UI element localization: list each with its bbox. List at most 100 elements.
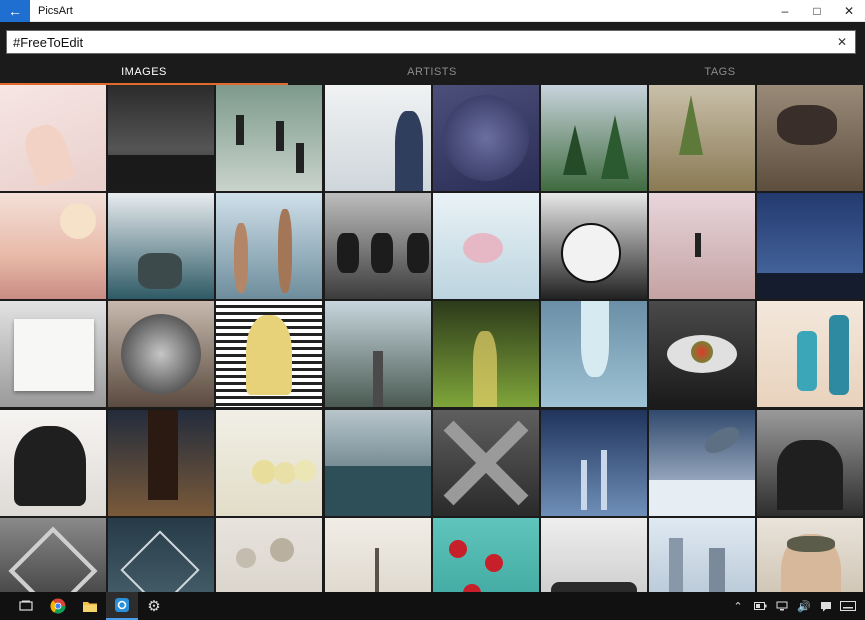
image-tile[interactable] [649,193,755,299]
tile-graphic [14,319,94,391]
image-tile[interactable] [325,410,431,516]
image-tile[interactable] [325,518,431,592]
keyboard-icon[interactable] [837,592,859,620]
image-tile[interactable] [325,85,431,191]
tile-graphic [463,584,481,592]
tile-graphic [709,548,725,592]
image-tile[interactable] [541,410,647,516]
tab-images[interactable]: IMAGES [0,58,288,85]
network-icon[interactable] [771,592,793,620]
image-tile[interactable] [325,301,431,407]
volume-icon[interactable]: 🔊 [793,592,815,620]
tile-graphic [473,331,497,407]
image-tile[interactable] [0,85,106,191]
image-tile[interactable] [433,85,539,191]
tile-graphic [325,466,431,516]
image-tile[interactable] [649,518,755,592]
tile-graphic [463,233,503,263]
close-icon[interactable]: ✕ [833,0,865,22]
tile-graphic [679,95,703,155]
image-tile[interactable] [433,301,539,407]
tile-graphic [373,351,383,407]
tile-graphic [829,315,849,395]
image-tile[interactable] [216,85,322,191]
image-tile[interactable] [0,193,106,299]
tile-graphic [407,233,429,273]
image-tile[interactable] [541,301,647,407]
image-tile[interactable] [216,301,322,407]
image-tile[interactable] [649,410,755,516]
search-query[interactable]: #FreeToEdit [13,35,835,50]
image-tile[interactable] [216,518,322,592]
tile-graphic [148,410,178,500]
tile-graphic [8,526,98,592]
chevron-up-icon[interactable]: ⌃ [727,592,749,620]
tile-graphic [695,233,701,257]
settings-icon[interactable]: ⚙ [138,592,170,620]
image-tile[interactable] [433,410,539,516]
search-input[interactable]: #FreeToEdit ✕ [6,30,856,54]
image-tile[interactable] [0,410,106,516]
image-tile[interactable] [541,518,647,592]
tile-graphic [246,315,292,395]
file-explorer-icon[interactable] [74,592,106,620]
image-tile[interactable] [216,410,322,516]
search-area: #FreeToEdit ✕ [0,22,865,58]
image-tile[interactable] [108,301,214,407]
image-tile[interactable] [325,193,431,299]
tile-graphic [252,460,276,484]
image-tile[interactable] [433,518,539,592]
tile-graphic [234,223,248,293]
chrome-icon[interactable] [42,592,74,620]
tile-graphic [375,548,379,592]
picsart-icon[interactable] [106,592,138,620]
image-tile[interactable] [757,410,863,516]
task-view-icon[interactable] [10,592,42,620]
image-tile[interactable] [649,301,755,407]
tile-graphic [270,538,294,562]
tile-graphic [700,421,744,459]
tile-graphic [797,331,817,391]
image-tile[interactable] [108,85,214,191]
tab-bar: IMAGES ARTISTS TAGS [0,58,865,85]
tile-graphic [20,120,76,188]
image-tile[interactable] [433,193,539,299]
tab-tags[interactable]: TAGS [576,58,864,85]
tile-graphic [14,426,86,506]
image-tile[interactable] [216,193,322,299]
image-tile[interactable] [0,301,106,407]
image-tile[interactable] [757,85,863,191]
tab-artists[interactable]: ARTISTS [288,58,576,85]
tile-graphic [563,125,587,175]
image-tile[interactable] [0,518,106,592]
back-arrow-icon[interactable]: ← [0,0,30,22]
tile-graphic [371,233,393,273]
battery-icon[interactable] [749,592,771,620]
tile-graphic [60,203,96,239]
image-tile[interactable] [757,301,863,407]
image-tile[interactable] [108,518,214,592]
notification-icon[interactable] [815,592,837,620]
tile-graphic [449,540,467,558]
tile-graphic [276,121,284,151]
minimize-icon[interactable]: – [769,0,801,22]
title-bar: ← PicsArt – □ ✕ [0,0,865,22]
tile-graphic [337,233,359,273]
tile-graphic [601,450,607,510]
clear-icon[interactable]: ✕ [835,35,849,49]
tile-graphic [649,480,755,516]
image-tile[interactable] [541,193,647,299]
tile-graphic [691,341,713,363]
image-tile[interactable] [649,85,755,191]
image-tile[interactable] [757,518,863,592]
tile-graphic [777,440,843,510]
image-tile[interactable] [541,85,647,191]
image-tile[interactable] [757,193,863,299]
image-grid [0,85,865,592]
tile-graphic [551,582,637,592]
tile-graphic [8,207,54,247]
image-tile[interactable] [108,193,214,299]
image-tile[interactable] [108,410,214,516]
tile-graphic [443,95,529,181]
maximize-icon[interactable]: □ [801,0,833,22]
